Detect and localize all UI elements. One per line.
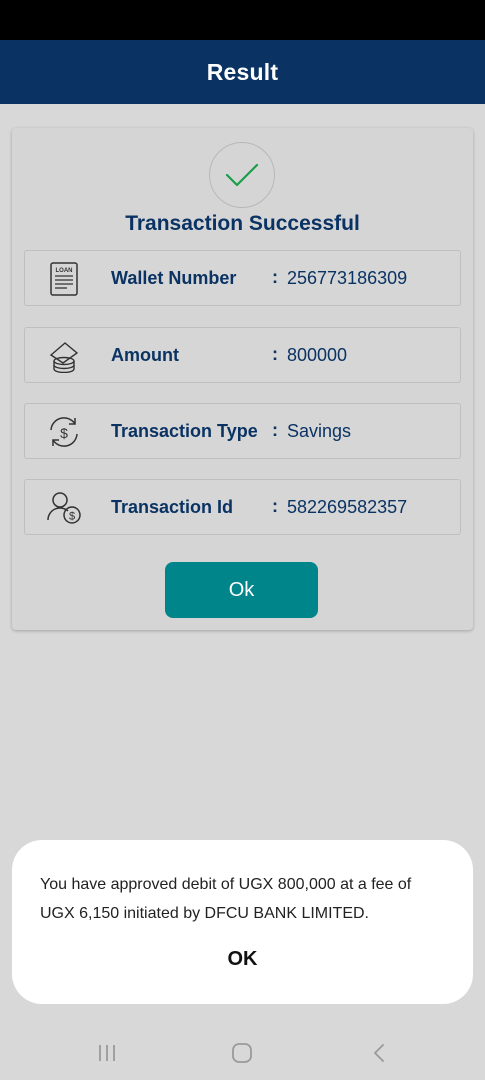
- result-card: Transaction Successful LOAN Wallet Numbe…: [12, 128, 473, 630]
- amount-value: 800000: [287, 345, 348, 365]
- row-colon: :: [272, 420, 278, 440]
- ok-button[interactable]: Ok: [165, 562, 318, 618]
- system-nav-bar: [0, 1024, 485, 1080]
- row-colon: :: [272, 496, 278, 516]
- home-icon[interactable]: [227, 1038, 257, 1068]
- detail-row-wallet-number: LOAN Wallet Number : 256773186309: [24, 250, 461, 306]
- transaction-type-label: Transaction Type: [111, 421, 258, 441]
- dollar-exchange-icon: $: [45, 414, 83, 450]
- toast-message: You have approved debit of UGX 800,000 a…: [40, 876, 412, 922]
- page-title: Result: [206, 58, 279, 85]
- row-colon: :: [272, 267, 278, 287]
- svg-text:LOAN: LOAN: [56, 268, 73, 274]
- recent-apps-icon[interactable]: [92, 1038, 122, 1068]
- transaction-id-value: 582269582357: [287, 497, 408, 517]
- toast-ok-button[interactable]: OK: [12, 948, 473, 971]
- svg-text:$: $: [60, 425, 68, 441]
- transaction-id-label: Transaction Id: [111, 497, 234, 517]
- transaction-type-value: Savings: [287, 421, 352, 441]
- detail-row-transaction-type: $ Transaction Type : Savings: [24, 403, 461, 459]
- amount-label: Amount: [111, 345, 179, 365]
- wallet-number-value: 256773186309: [287, 268, 408, 288]
- back-icon[interactable]: [364, 1038, 394, 1068]
- row-colon: :: [272, 344, 278, 364]
- user-dollar-icon: $: [45, 490, 83, 526]
- app-header: Result: [0, 40, 485, 104]
- money-stack-icon: [45, 338, 83, 374]
- approval-toast: You have approved debit of UGX 800,000 a…: [12, 840, 473, 1004]
- detail-row-transaction-id: $ Transaction Id : 582269582357: [24, 479, 461, 535]
- svg-text:$: $: [69, 511, 75, 523]
- status-bar: [0, 0, 485, 40]
- wallet-number-label: Wallet Number: [111, 268, 237, 288]
- success-check-icon: [209, 142, 275, 208]
- loan-document-icon: LOAN: [45, 261, 83, 297]
- detail-row-amount: Amount : 800000: [24, 327, 461, 383]
- transaction-status-title: Transaction Successful: [125, 212, 360, 235]
